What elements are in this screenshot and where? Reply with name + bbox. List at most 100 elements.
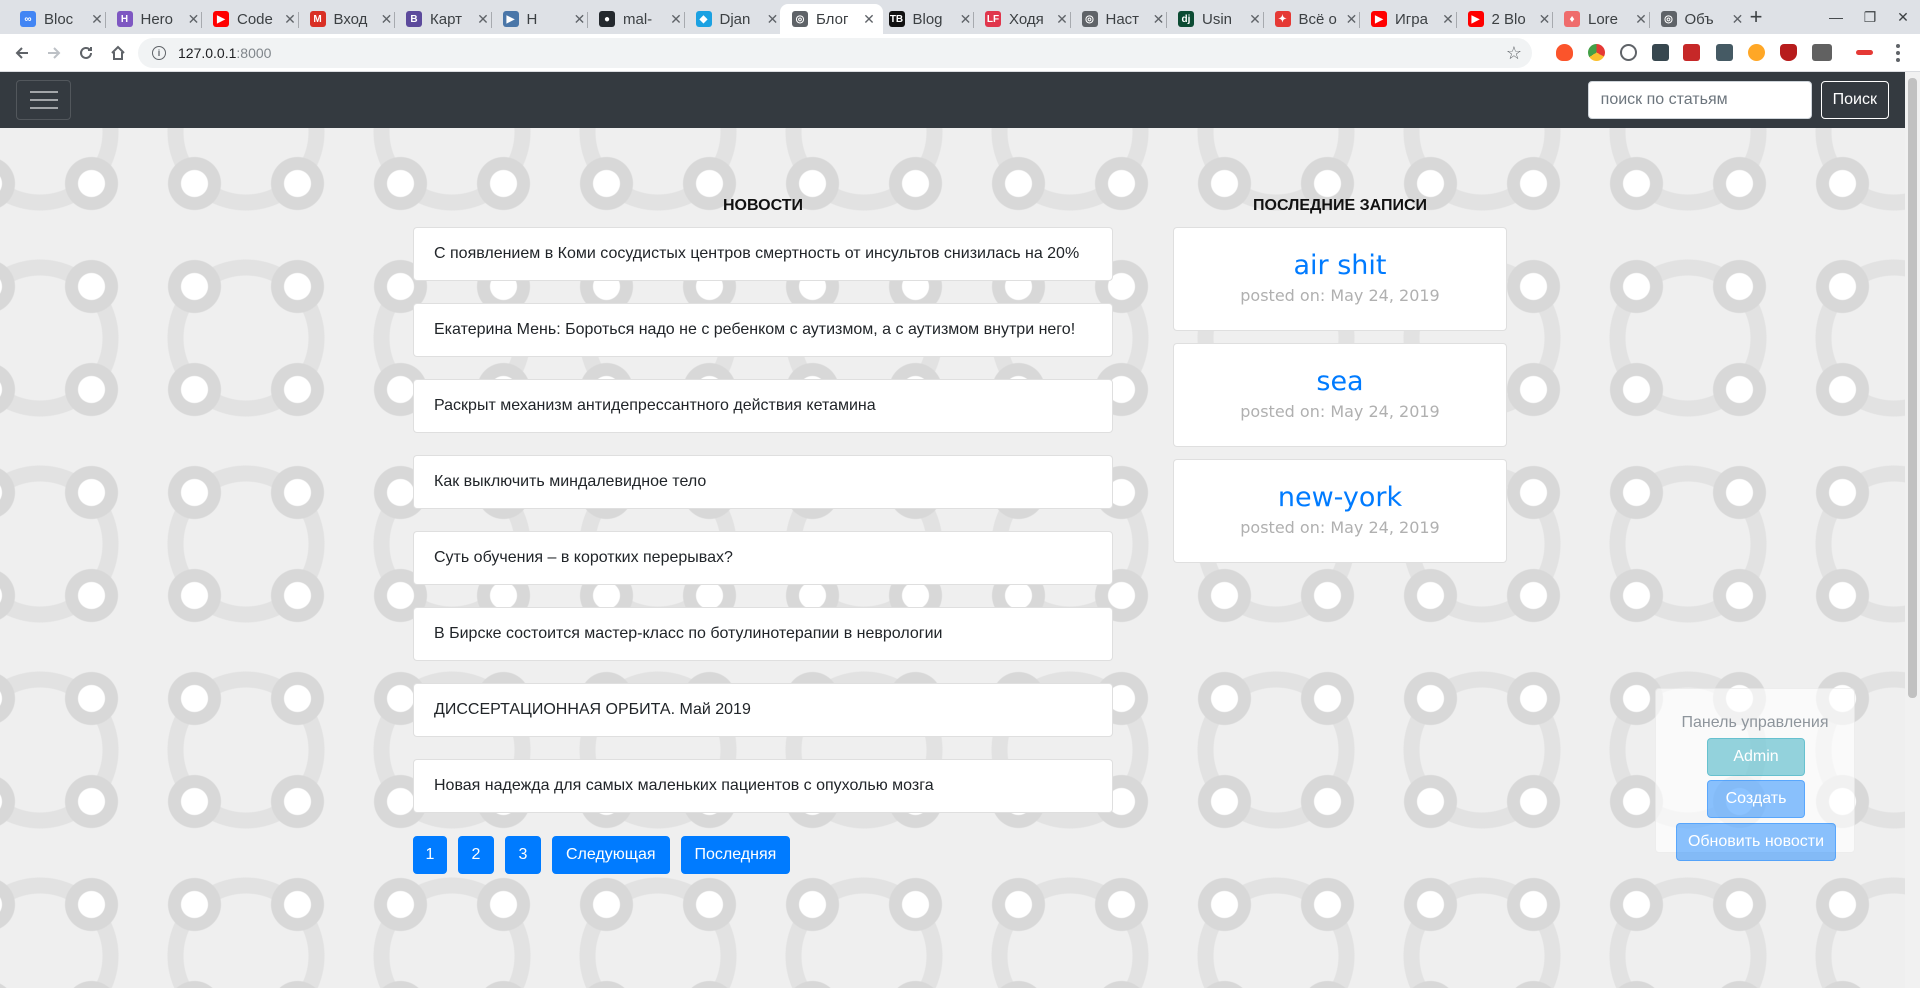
post-card: air shit posted on: May 24, 2019	[1173, 227, 1507, 331]
tab-close-icon[interactable]: ✕	[668, 11, 684, 28]
post-title-link[interactable]: air shit	[1174, 250, 1506, 282]
forward-button[interactable]	[40, 39, 68, 67]
page-3-button[interactable]: 3	[505, 836, 541, 874]
news-item-title[interactable]: ДИССЕРТАЦИОННАЯ ОРБИТА. Май 2019	[434, 701, 751, 719]
post-card: sea posted on: May 24, 2019	[1173, 343, 1507, 447]
news-item[interactable]: В Бирске состоится мастер-класс по ботул…	[413, 607, 1113, 661]
news-item-title[interactable]: В Бирске состоится мастер-класс по ботул…	[434, 625, 942, 643]
back-button[interactable]	[8, 39, 36, 67]
browser-tab[interactable]: ● mal- ✕	[587, 4, 690, 34]
tab-close-icon[interactable]: ✕	[861, 11, 877, 28]
record-extension-icon[interactable]	[1856, 50, 1873, 55]
news-item-title[interactable]: Раскрыт механизм антидепрессантного дейс…	[434, 397, 876, 415]
browser-tab[interactable]: dj Usin ✕	[1166, 4, 1269, 34]
dj-icon: dj	[1178, 11, 1194, 27]
news-item[interactable]: Екатерина Мень: Бороться надо не с ребен…	[413, 303, 1113, 357]
close-window-button[interactable]: ✕	[1889, 6, 1917, 28]
book-extension-icon[interactable]	[1683, 44, 1700, 61]
page-1-button[interactable]: 1	[413, 836, 447, 874]
browser-tab[interactable]: В Карт ✕	[394, 4, 497, 34]
create-button[interactable]: Создать	[1707, 780, 1805, 818]
crx-extension-icon[interactable]	[1812, 44, 1832, 61]
browser-tab[interactable]: ◎ Блог ✕	[780, 4, 883, 34]
navbar-toggler-button[interactable]	[16, 80, 71, 120]
news-item-title[interactable]: С появлением в Коми сосудистых центров с…	[434, 245, 1079, 263]
news-item-title[interactable]: Как выключить миндалевидное тело	[434, 473, 706, 491]
scrollbar-thumb[interactable]	[1908, 78, 1917, 698]
tab-title: Bloc	[44, 10, 74, 28]
tab-close-icon[interactable]: ✕	[1151, 11, 1167, 28]
browser-tab[interactable]: ◆ Djan ✕	[683, 4, 787, 34]
browser-menu-icon[interactable]	[1888, 42, 1908, 64]
server-extension-icon[interactable]	[1716, 44, 1733, 61]
page-viewport: Поиск НОВОСТИ ПОСЛЕДНИЕ ЗАПИСИ С появлен…	[0, 72, 1905, 988]
tab-close-icon[interactable]: ✕	[765, 11, 781, 28]
reload-button[interactable]	[72, 39, 100, 67]
browser-tab[interactable]: LF Ходя ✕	[973, 4, 1076, 34]
post-date: posted on: May 24, 2019	[1240, 286, 1440, 305]
brave-shield-icon[interactable]	[1556, 44, 1573, 61]
tab-close-icon[interactable]: ✕	[1440, 11, 1456, 28]
news-item[interactable]: С появлением в Коми сосудистых центров с…	[413, 227, 1113, 281]
tab-title: Игра	[1395, 10, 1428, 28]
browser-tab[interactable]: ◎ Наст ✕	[1069, 4, 1173, 34]
browser-tab[interactable]: ◎ Объ ✕	[1648, 4, 1752, 34]
tab-close-icon[interactable]: ✕	[1054, 11, 1070, 28]
tab-close-icon[interactable]: ✕	[475, 11, 491, 28]
post-title-link[interactable]: new-york	[1174, 482, 1506, 514]
tab-close-icon[interactable]: ✕	[1247, 11, 1263, 28]
home-button[interactable]	[104, 39, 132, 67]
tb-icon: TB	[888, 11, 905, 27]
post-title-link[interactable]: sea	[1174, 366, 1506, 398]
tab-close-icon[interactable]: ✕	[379, 11, 395, 28]
browser-tab[interactable]: TB Blog ✕	[877, 4, 980, 34]
browser-tab[interactable]: H Hero ✕	[104, 4, 208, 34]
ublock-icon[interactable]	[1780, 44, 1797, 61]
news-item[interactable]: ДИССЕРТАЦИОННАЯ ОРБИТА. Май 2019	[413, 683, 1113, 737]
tab-close-icon[interactable]: ✕	[572, 11, 588, 28]
leaf-extension-icon[interactable]	[1748, 44, 1765, 61]
new-tab-button[interactable]: +	[1744, 6, 1768, 30]
refresh-news-button[interactable]: Обновить новости	[1676, 823, 1836, 861]
browser-tab[interactable]: ▶ 2 Blo ✕	[1455, 4, 1559, 34]
news-item[interactable]: Раскрыт механизм антидепрессантного дейс…	[413, 379, 1113, 433]
page-scrollbar[interactable]	[1905, 72, 1920, 988]
browser-tab[interactable]: ▶ Игра ✕	[1359, 4, 1462, 34]
browser-tab[interactable]: ▶ Code ✕	[201, 4, 304, 34]
browser-tab[interactable]: ∞ Bloc ✕	[8, 4, 111, 34]
news-item-title[interactable]: Суть обучения – в коротких перерывах?	[434, 549, 733, 567]
browser-tab[interactable]: M Вход ✕	[297, 4, 401, 34]
news-item[interactable]: Суть обучения – в коротких перерывах?	[413, 531, 1113, 585]
browser-tab[interactable]: ✦ Всё о ✕	[1262, 4, 1366, 34]
admin-button[interactable]: Admin	[1707, 738, 1805, 776]
info-icon[interactable]: i	[152, 46, 166, 60]
restore-button[interactable]: ❐	[1856, 6, 1884, 28]
address-bar[interactable]: i 127.0.0.1:8000 ☆	[138, 38, 1532, 68]
search-input[interactable]	[1587, 81, 1812, 119]
bookmark-star-icon[interactable]: ☆	[1506, 43, 1522, 64]
last-page-button[interactable]: Последняя	[680, 836, 791, 874]
tab-close-icon[interactable]: ✕	[1633, 11, 1649, 28]
news-item[interactable]: Как выключить миндалевидное тело	[413, 455, 1113, 509]
news-item-title[interactable]: Новая надежда для самых маленьких пациен…	[434, 777, 934, 795]
tab-close-icon[interactable]: ✕	[1537, 11, 1553, 28]
news-item[interactable]: Новая надежда для самых маленьких пациен…	[413, 759, 1113, 813]
next-page-button[interactable]: Следующая	[552, 836, 670, 874]
tab-close-icon[interactable]: ✕	[89, 11, 105, 28]
page-2-button[interactable]: 2	[458, 836, 494, 874]
tab-close-icon[interactable]: ✕	[186, 11, 202, 28]
dropper-extension-icon[interactable]	[1652, 44, 1669, 61]
post-date: posted on: May 24, 2019	[1240, 402, 1440, 421]
chrome-extension-icon[interactable]	[1588, 44, 1605, 61]
tab-title: Djan	[719, 10, 751, 28]
minimize-button[interactable]: —	[1822, 6, 1850, 28]
news-item-title[interactable]: Екатерина Мень: Бороться надо не с ребен…	[434, 321, 1075, 339]
tab-close-icon[interactable]: ✕	[1344, 11, 1360, 28]
browser-tab[interactable]: ♦ Lore ✕	[1552, 4, 1655, 34]
browser-tab[interactable]: ▶ Н ✕	[490, 4, 594, 34]
globe-icon: ◎	[792, 11, 808, 27]
tab-close-icon[interactable]: ✕	[282, 11, 298, 28]
tab-close-icon[interactable]: ✕	[958, 11, 974, 28]
smiley-extension-icon[interactable]	[1620, 44, 1637, 61]
search-button[interactable]: Поиск	[1820, 81, 1889, 119]
